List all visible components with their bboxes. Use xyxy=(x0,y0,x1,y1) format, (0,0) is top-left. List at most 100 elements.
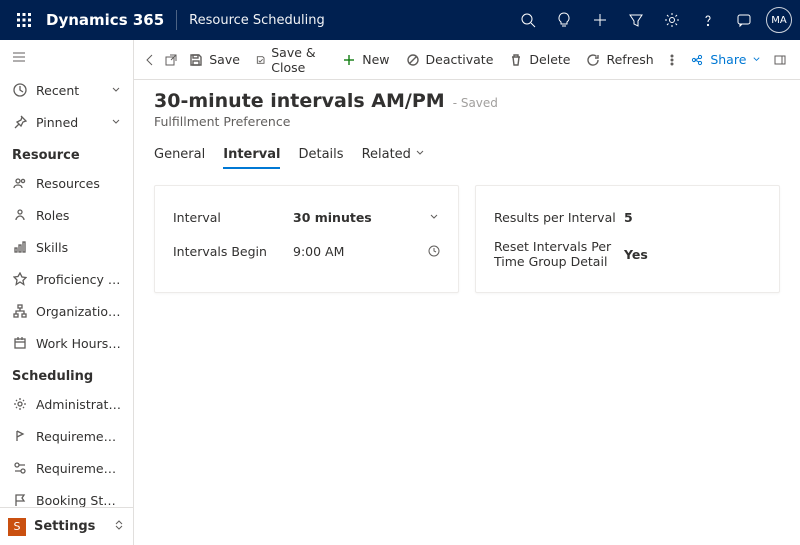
sidebar-toggle[interactable] xyxy=(0,40,133,74)
sidebar-item-label: Resources xyxy=(36,176,100,191)
field-interval[interactable]: Interval 30 minutes xyxy=(173,200,440,234)
tab-label: Details xyxy=(298,147,343,162)
field-label: Reset Intervals Per Time Group Detail xyxy=(494,239,624,269)
delete-button[interactable]: Delete xyxy=(501,40,578,80)
sidebar-item-label: Organizational Un... xyxy=(36,304,121,319)
role-icon xyxy=(12,207,28,223)
gear-icon xyxy=(12,396,28,412)
deactivate-button[interactable]: Deactivate xyxy=(398,40,502,80)
tab-related[interactable]: Related xyxy=(362,143,425,168)
plus-icon[interactable] xyxy=(582,0,618,40)
cmd-label: Refresh xyxy=(606,52,653,67)
brand-name[interactable]: Dynamics 365 xyxy=(46,11,164,29)
sidebar-item-req-priority[interactable]: Requirement Prior... xyxy=(0,420,129,452)
sidebar-item-booking-statuses[interactable]: Booking Statuses xyxy=(0,484,129,507)
assistant-icon[interactable] xyxy=(726,0,762,40)
sidebar-section-scheduling: Scheduling xyxy=(0,359,129,388)
tab-label: General xyxy=(154,147,205,162)
save-close-button[interactable]: Save & Close xyxy=(248,40,334,80)
tab-general[interactable]: General xyxy=(154,143,205,168)
save-button[interactable]: Save xyxy=(181,40,248,80)
pin-icon xyxy=(12,114,28,130)
cmd-label: Save xyxy=(209,52,240,67)
calendar-icon xyxy=(12,335,28,351)
refresh-button[interactable]: Refresh xyxy=(578,40,661,80)
main-area: Save Save & Close New Deactivate Delete … xyxy=(134,40,800,545)
cmd-label: Save & Close xyxy=(271,45,326,75)
tab-details[interactable]: Details xyxy=(298,143,343,168)
field-value: 9:00 AM xyxy=(293,244,422,259)
page-title: 30-minute intervals AM/PM xyxy=(154,90,445,112)
sidebar-item-work-hours[interactable]: Work Hours Temp... xyxy=(0,327,129,359)
clock-icon xyxy=(12,82,28,98)
field-intervals-begin[interactable]: Intervals Begin 9:00 AM xyxy=(173,234,440,268)
org-icon xyxy=(12,303,28,319)
sidebar-item-req-status[interactable]: Requirement Stat... xyxy=(0,452,129,484)
chevron-down-icon xyxy=(111,83,121,98)
field-value: 30 minutes xyxy=(293,210,422,225)
tab-interval[interactable]: Interval xyxy=(223,143,280,168)
field-label: Intervals Begin xyxy=(173,244,293,259)
search-icon[interactable] xyxy=(510,0,546,40)
sidebar-item-label: Roles xyxy=(36,208,69,223)
sidebar-item-resources[interactable]: Resources xyxy=(0,167,129,199)
clock-icon[interactable] xyxy=(422,245,440,257)
tab-label: Interval xyxy=(223,147,280,162)
new-button[interactable]: New xyxy=(334,40,397,80)
app-name[interactable]: Resource Scheduling xyxy=(189,13,325,28)
card-right: Results per Interval 5 Reset Intervals P… xyxy=(475,185,780,293)
cmd-label: Deactivate xyxy=(426,52,494,67)
sidebar-item-label: Proficiency Models xyxy=(36,272,121,287)
gear-icon[interactable] xyxy=(654,0,690,40)
share-button[interactable]: Share xyxy=(682,52,769,67)
app-launcher-icon[interactable] xyxy=(8,0,40,40)
lightbulb-icon[interactable] xyxy=(546,0,582,40)
form-tabs: General Interval Details Related xyxy=(154,143,780,169)
sidebar-item-skills[interactable]: Skills xyxy=(0,231,129,263)
cmd-label: New xyxy=(362,52,389,67)
chevron-down-icon[interactable] xyxy=(422,211,440,223)
divider xyxy=(176,10,177,30)
sidebar-item-label: Pinned xyxy=(36,115,78,130)
sidebar-item-proficiency[interactable]: Proficiency Models xyxy=(0,263,129,295)
skills-icon xyxy=(12,239,28,255)
global-topbar: Dynamics 365 Resource Scheduling MA xyxy=(0,0,800,40)
sidebar-item-label: Booking Statuses xyxy=(36,493,121,508)
updown-icon xyxy=(113,519,125,535)
sidebar-item-org-units[interactable]: Organizational Un... xyxy=(0,295,129,327)
cmd-label: Delete xyxy=(529,52,570,67)
cmd-label: Share xyxy=(710,52,746,67)
sidebar-item-recent[interactable]: Recent xyxy=(0,74,129,106)
area-switcher[interactable]: S Settings xyxy=(0,507,133,545)
sidebar-item-label: Work Hours Temp... xyxy=(36,336,121,351)
sidebar-item-label: Requirement Prior... xyxy=(36,429,121,444)
user-avatar[interactable]: MA xyxy=(766,7,792,33)
back-button[interactable] xyxy=(140,40,161,80)
card-left: Interval 30 minutes Intervals Begin 9:00… xyxy=(154,185,459,293)
field-value: 5 xyxy=(624,210,761,225)
tab-label: Related xyxy=(362,147,411,162)
filter-icon[interactable] xyxy=(618,0,654,40)
chevron-down-icon xyxy=(111,115,121,130)
status-icon xyxy=(12,460,28,476)
page-content: 30-minute intervals AM/PM - Saved Fulfil… xyxy=(134,80,800,545)
people-icon xyxy=(12,175,28,191)
star-icon xyxy=(12,271,28,287)
help-icon[interactable] xyxy=(690,0,726,40)
sidebar-item-label: Requirement Stat... xyxy=(36,461,121,476)
overflow-icon[interactable] xyxy=(662,40,683,80)
sidebar-item-administration[interactable]: Administration xyxy=(0,388,129,420)
area-badge: S xyxy=(8,518,26,536)
sidebar-item-pinned[interactable]: Pinned xyxy=(0,106,129,138)
sidebar-item-label: Administration xyxy=(36,397,121,412)
field-label: Results per Interval xyxy=(494,210,624,225)
saved-indicator: - Saved xyxy=(453,96,498,110)
open-new-window-icon[interactable] xyxy=(161,40,182,80)
field-reset-intervals[interactable]: Reset Intervals Per Time Group Detail Ye… xyxy=(494,234,761,274)
side-pane-icon[interactable] xyxy=(769,40,790,80)
field-results-per-interval[interactable]: Results per Interval 5 xyxy=(494,200,761,234)
entity-name: Fulfillment Preference xyxy=(154,114,780,129)
field-value: Yes xyxy=(624,247,761,262)
sidebar-item-roles[interactable]: Roles xyxy=(0,199,129,231)
field-label: Interval xyxy=(173,210,293,225)
